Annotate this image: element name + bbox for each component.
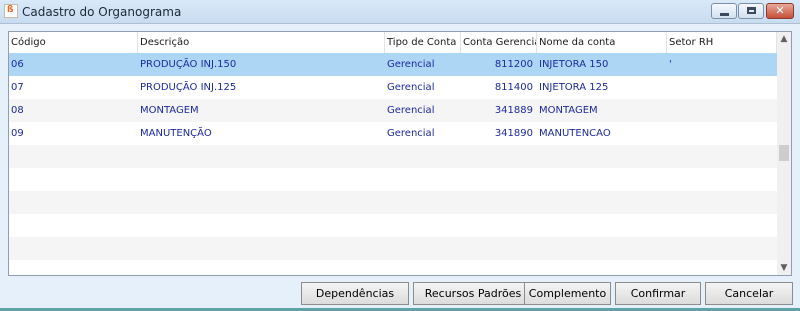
scroll-up-icon[interactable]: ▲ xyxy=(777,32,791,46)
empty-row xyxy=(9,214,777,237)
empty-row xyxy=(9,145,777,168)
cell-tipo: Gerencial xyxy=(387,59,435,70)
header-descricao[interactable]: Descrição xyxy=(138,32,385,53)
table-header: Código Descrição Tipo de Conta Conta Ger… xyxy=(9,32,777,54)
recursos-padroes-button[interactable]: Recursos Padrões xyxy=(413,282,533,305)
cell-tipo: Gerencial xyxy=(387,82,435,93)
cell-conta: 811400 xyxy=(494,82,533,93)
scroll-thumb[interactable] xyxy=(779,145,789,161)
cell-descricao: MONTAGEM xyxy=(140,105,199,116)
complemento-button[interactable]: Complemento xyxy=(524,282,611,305)
organogram-table: Código Descrição Tipo de Conta Conta Ger… xyxy=(8,31,792,276)
header-codigo[interactable]: Código xyxy=(9,32,138,53)
empty-row xyxy=(9,237,777,260)
app-logo-icon: ß xyxy=(4,4,18,18)
header-tipo-conta[interactable]: Tipo de Conta xyxy=(385,32,461,53)
table-row[interactable]: 08 MONTAGEM Gerencial 341889 MONTAGEM xyxy=(9,99,777,122)
empty-row xyxy=(9,191,777,214)
table-row[interactable]: 06 PRODUÇÃO INJ.150 Gerencial 811200 INJ… xyxy=(9,53,777,76)
cell-setor xyxy=(669,99,777,122)
cell-setor: ' xyxy=(669,59,672,70)
cell-conta: 341889 xyxy=(494,105,533,116)
cell-nome: MANUTENCAO xyxy=(539,128,611,139)
header-nome-conta[interactable]: Nome da conta xyxy=(537,32,667,53)
table-row[interactable]: 09 MANUTENÇÃO Gerencial 341890 MANUTENCA… xyxy=(9,122,777,145)
cell-descricao: PRODUÇÃO INJ.125 xyxy=(140,82,237,93)
cell-codigo: 07 xyxy=(11,82,24,93)
maximize-icon xyxy=(747,7,756,14)
maximize-button[interactable] xyxy=(738,3,764,19)
scroll-down-icon[interactable]: ▼ xyxy=(777,261,791,275)
vertical-scrollbar[interactable]: ▲ ▼ xyxy=(777,32,791,275)
table-row[interactable]: 07 PRODUÇÃO INJ.125 Gerencial 811400 INJ… xyxy=(9,76,777,99)
confirmar-button[interactable]: Confirmar xyxy=(615,282,701,305)
cell-codigo: 09 xyxy=(11,128,24,139)
cell-codigo: 06 xyxy=(11,59,24,70)
cell-codigo: 08 xyxy=(11,105,24,116)
minimize-button[interactable] xyxy=(711,3,737,19)
empty-row xyxy=(9,168,777,191)
minimize-icon xyxy=(720,13,729,16)
cell-descricao: PRODUÇÃO INJ.150 xyxy=(140,59,237,70)
cancelar-button[interactable]: Cancelar xyxy=(705,282,793,305)
window-title: Cadastro do Organograma xyxy=(22,5,182,19)
cell-tipo: Gerencial xyxy=(387,128,435,139)
cell-nome: INJETORA 150 xyxy=(539,59,609,70)
close-button[interactable]: ✕ xyxy=(766,3,794,19)
cell-nome: INJETORA 125 xyxy=(539,82,609,93)
cell-conta: 811200 xyxy=(494,59,533,70)
cell-setor xyxy=(669,76,777,99)
cell-setor xyxy=(669,122,777,145)
cell-nome: MONTAGEM xyxy=(539,105,598,116)
header-setor-rh[interactable]: Setor RH xyxy=(667,32,777,53)
header-conta-gerencial[interactable]: Conta Gerencial xyxy=(461,32,537,53)
cell-tipo: Gerencial xyxy=(387,105,435,116)
cell-descricao: MANUTENÇÃO xyxy=(140,128,212,139)
close-icon: ✕ xyxy=(775,4,785,17)
title-bar: ß Cadastro do Organograma ✕ xyxy=(0,0,800,24)
dependencias-button[interactable]: Dependências xyxy=(301,282,409,305)
cell-conta: 341890 xyxy=(494,128,533,139)
